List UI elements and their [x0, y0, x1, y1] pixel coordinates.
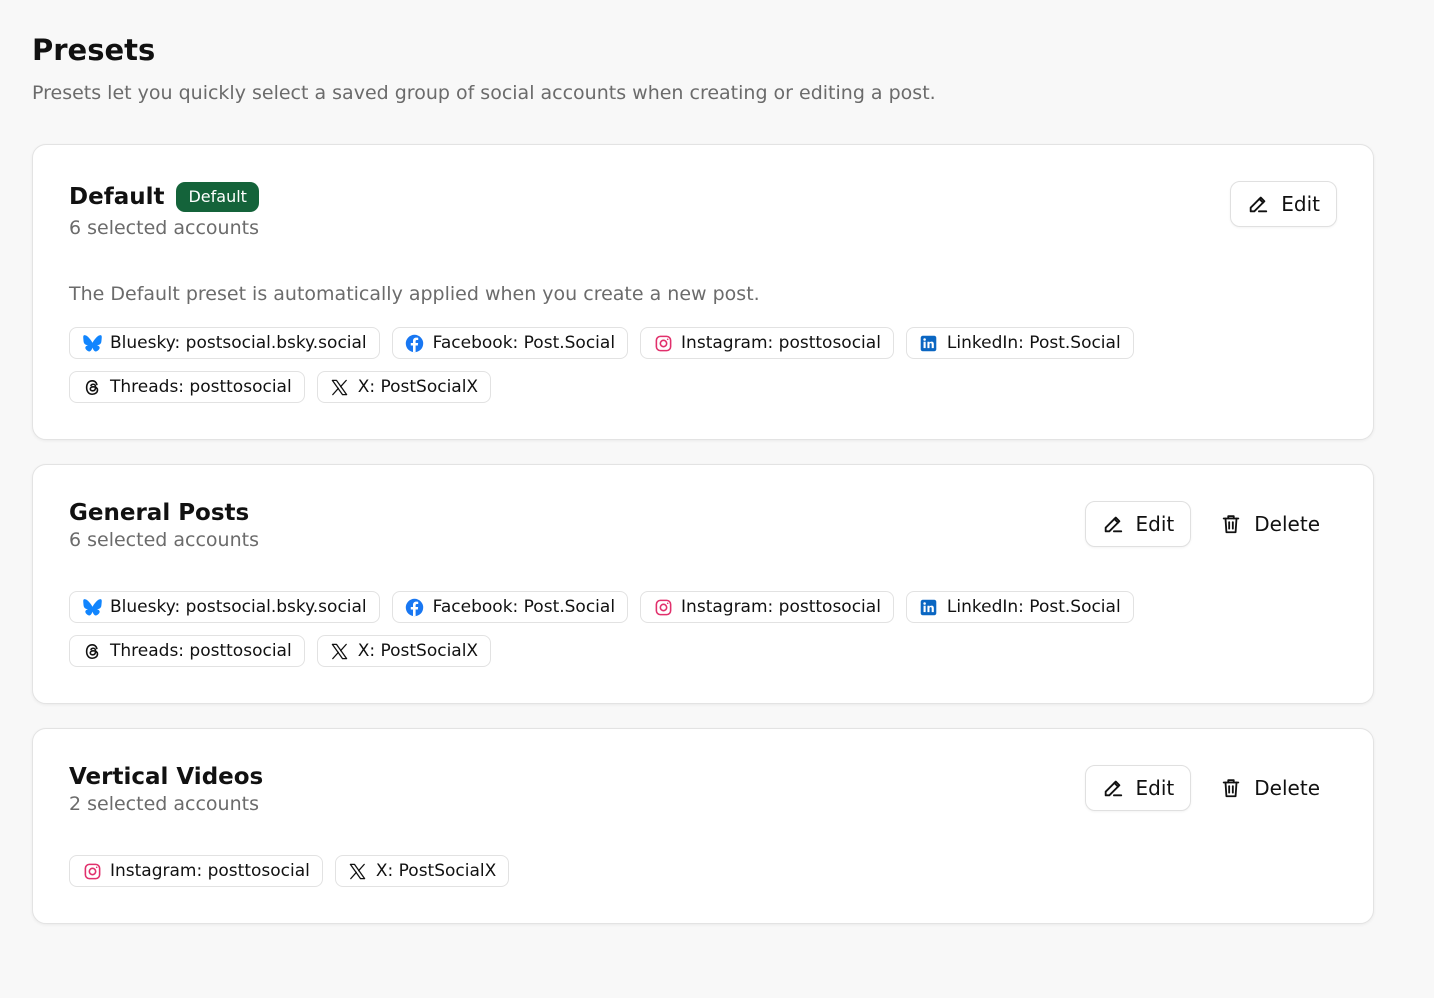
- account-chip-label: LinkedIn: Post.Social: [946, 597, 1121, 617]
- facebook-icon: [405, 597, 425, 617]
- edit-button-label: Edit: [1281, 192, 1320, 216]
- edit-button[interactable]: Edit: [1230, 181, 1337, 227]
- preset-actions: Edit Delete: [1084, 765, 1337, 811]
- preset-actions: Edit Delete: [1084, 501, 1337, 547]
- account-chip-list: Bluesky: postsocial.bsky.social Facebook:…: [69, 591, 1169, 667]
- bluesky-icon: [82, 333, 102, 353]
- default-badge: Default: [176, 182, 259, 212]
- threads-icon-graphic: [85, 643, 98, 659]
- preset-name: Vertical Videos: [69, 764, 264, 790]
- delete-button[interactable]: Delete: [1203, 765, 1337, 811]
- preset-name: Default: [69, 184, 165, 210]
- account-chip-label: X: PostSocialX: [357, 377, 479, 397]
- x-icon-graphic: [331, 379, 348, 395]
- facebook-icon: [405, 333, 425, 353]
- trash-icon: [1220, 777, 1242, 799]
- delete-button[interactable]: Delete: [1203, 501, 1337, 547]
- preset-account-count: 6 selected accounts: [69, 529, 259, 551]
- account-chip-label: Instagram: posttosocial: [681, 597, 881, 617]
- preset-header: General Posts: [69, 498, 249, 528]
- account-chip: X: PostSocialX: [316, 371, 492, 403]
- delete-button-label: Delete: [1254, 776, 1320, 800]
- account-chip: X: PostSocialX: [316, 635, 492, 667]
- page-title: Presets: [32, 33, 156, 67]
- account-chip-label: X: PostSocialX: [357, 641, 479, 661]
- edit-button[interactable]: Edit: [1084, 765, 1192, 811]
- pencil-icon: [1247, 193, 1269, 215]
- preset-card-general-posts: General Posts 6 selected accounts Edit D…: [32, 464, 1374, 704]
- account-chip-list: Instagram: posttosocial X: PostSocialX: [69, 855, 1169, 887]
- delete-button-label: Delete: [1254, 512, 1320, 536]
- linkedin-icon: [919, 333, 939, 353]
- preset-header: Default Default: [69, 182, 259, 212]
- account-chip: Instagram: posttosocial: [69, 855, 323, 887]
- account-chip: Instagram: posttosocial: [640, 327, 894, 359]
- threads-icon-graphic: [85, 379, 98, 395]
- linkedin-icon-graphic: [921, 335, 937, 351]
- preset-actions: Edit: [1230, 181, 1337, 227]
- account-chip-label: Instagram: posttosocial: [110, 861, 310, 881]
- pencil-icon: [1102, 513, 1124, 535]
- x-icon: [330, 377, 350, 397]
- edit-button[interactable]: Edit: [1084, 501, 1192, 547]
- account-chip-label: LinkedIn: Post.Social: [946, 333, 1121, 353]
- edit-button-label: Edit: [1135, 776, 1175, 800]
- instagram-icon-graphic: [655, 599, 671, 615]
- account-chip: LinkedIn: Post.Social: [905, 327, 1134, 359]
- linkedin-icon: [919, 597, 939, 617]
- instagram-icon: [653, 333, 673, 353]
- page-subtitle: Presets let you quickly select a saved g…: [32, 82, 936, 104]
- account-chip-label: Bluesky: postsocial.bsky.social: [110, 597, 367, 617]
- x-icon: [330, 641, 350, 661]
- threads-icon: [82, 377, 102, 397]
- preset-name: General Posts: [69, 500, 250, 526]
- account-chip: Facebook: Post.Social: [391, 327, 629, 359]
- account-chip-label: Threads: posttosocial: [110, 641, 292, 661]
- account-chip: Facebook: Post.Social: [391, 591, 629, 623]
- account-chip: X: PostSocialX: [334, 855, 510, 887]
- facebook-icon-graphic: [405, 334, 424, 352]
- preset-card-vertical-videos: Vertical Videos 2 selected accounts Edit…: [32, 728, 1374, 924]
- instagram-icon-graphic: [655, 335, 671, 351]
- instagram-icon: [82, 861, 102, 881]
- account-chip-label: Facebook: Post.Social: [432, 597, 616, 617]
- bluesky-icon-graphic: [82, 598, 102, 615]
- account-chip: Bluesky: postsocial.bsky.social: [69, 591, 380, 623]
- account-chip: Threads: posttosocial: [69, 371, 305, 403]
- presets-page: Presets Presets let you quickly select a…: [0, 0, 1434, 998]
- account-chip-label: Bluesky: postsocial.bsky.social: [110, 333, 367, 353]
- account-chip-label: Threads: posttosocial: [110, 377, 292, 397]
- instagram-icon: [653, 597, 673, 617]
- x-icon: [348, 861, 368, 881]
- threads-icon: [82, 641, 102, 661]
- account-chip-list: Bluesky: postsocial.bsky.social Facebook:…: [69, 327, 1169, 403]
- account-chip: LinkedIn: Post.Social: [905, 591, 1134, 623]
- account-chip-label: X: PostSocialX: [375, 861, 497, 881]
- facebook-icon-graphic: [405, 598, 424, 616]
- bluesky-icon: [82, 597, 102, 617]
- account-chip-label: Instagram: posttosocial: [681, 333, 881, 353]
- account-chip: Instagram: posttosocial: [640, 591, 894, 623]
- account-chip-label: Facebook: Post.Social: [432, 333, 616, 353]
- x-icon-graphic: [331, 643, 348, 659]
- edit-button-label: Edit: [1135, 512, 1175, 536]
- pencil-icon: [1102, 777, 1124, 799]
- preset-header: Vertical Videos: [69, 762, 263, 792]
- preset-card-default: Default Default 6 selected accounts The …: [32, 144, 1374, 440]
- preset-account-count: 2 selected accounts: [69, 793, 259, 815]
- account-chip: Bluesky: postsocial.bsky.social: [69, 327, 380, 359]
- linkedin-icon-graphic: [921, 599, 937, 615]
- x-icon-graphic: [350, 863, 366, 879]
- preset-account-count: 6 selected accounts: [69, 217, 259, 239]
- preset-description: The Default preset is automatically appl…: [69, 283, 760, 305]
- trash-icon: [1220, 513, 1242, 535]
- bluesky-icon-graphic: [82, 334, 102, 351]
- account-chip: Threads: posttosocial: [69, 635, 305, 667]
- instagram-icon-graphic: [84, 863, 100, 879]
